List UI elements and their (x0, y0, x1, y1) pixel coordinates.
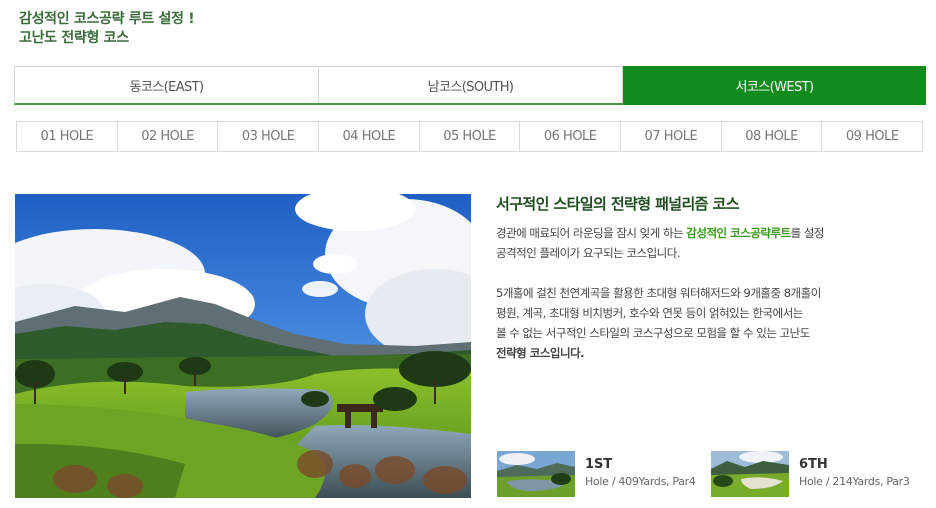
tab-hole-04[interactable]: 04 HOLE (319, 122, 420, 151)
hole-number: 1ST (585, 457, 613, 472)
description-text: 를 설정 (790, 226, 825, 240)
description-highlight: 감성적인 코스공략루트 (686, 226, 791, 240)
description-line: 볼 수 없는 서구적인 스타일의 코스구성으로 모험을 할 수 있는 고난도 (496, 326, 810, 340)
tab-hole-09[interactable]: 09 HOLE (822, 122, 922, 151)
tab-hole-02[interactable]: 02 HOLE (118, 122, 219, 151)
hole-6th-image (711, 451, 789, 497)
hole-thumbnails: 1ST Hole / 409Yards, Par4 6TH Hole / 214… (497, 451, 925, 497)
description-line: 5개홀에 걸친 천연계곡을 활용한 초대형 워터해저드와 9개홀중 8개홀이 (496, 286, 821, 300)
description-title: 서구적인 스타일의 전략형 패널리즘 코스 (496, 195, 739, 213)
tab-west-course[interactable]: 서코스(WEST) (623, 66, 926, 105)
hole-info: Hole / 409Yards, Par4 (585, 475, 696, 488)
hole-1st-image (497, 451, 575, 497)
description-line: 경관에 매료되어 라운딩을 잠시 잊게 하는 감성적인 코스공략루트를 설정 (496, 223, 926, 243)
headline-line-2: 고난도 전략형 코스 (19, 30, 129, 46)
hole-tabs: 01 HOLE 02 HOLE 03 HOLE 04 HOLE 05 HOLE … (16, 121, 923, 152)
course-tabs: 동코스(EAST) 남코스(SOUTH) 서코스(WEST) (14, 66, 926, 105)
tab-hole-08[interactable]: 08 HOLE (722, 122, 823, 151)
course-description: 서구적인 스타일의 전략형 패널리즘 코스 경관에 매료되어 라운딩을 잠시 잊… (496, 193, 926, 363)
tab-hole-05[interactable]: 05 HOLE (420, 122, 521, 151)
hole-1st-text: 1ST Hole / 409Yards, Par4 (585, 456, 696, 491)
tab-south-course[interactable]: 남코스(SOUTH) (319, 67, 623, 103)
hole-thumbnail-6th[interactable]: 6TH Hole / 214Yards, Par3 (711, 451, 925, 497)
hole-6th-text: 6TH Hole / 214Yards, Par3 (799, 456, 910, 491)
description-line: 평원, 계곡, 초대형 비치벙커, 호수와 연못 등이 얽혀있는 한국에서는 (496, 306, 803, 320)
tab-hole-03[interactable]: 03 HOLE (218, 122, 320, 151)
tab-hole-06[interactable]: 06 HOLE (520, 122, 622, 151)
tab-east-course[interactable]: 동코스(EAST) (15, 67, 319, 103)
hole-info: Hole / 214Yards, Par3 (799, 475, 910, 488)
headline-line-1: 감성적인 코스공략 루트 설정 ! (19, 11, 195, 27)
hole-thumbnail-1st[interactable]: 1ST Hole / 409Yards, Par4 (497, 451, 711, 497)
tab-hole-07[interactable]: 07 HOLE (621, 122, 722, 151)
description-line: 공격적인 플레이가 요구되는 코스입니다. (496, 246, 680, 260)
page-headline: 감성적인 코스공략 루트 설정 ! 고난도 전략형 코스 (19, 10, 195, 48)
description-text: 경관에 매료되어 라운딩을 잠시 잊게 하는 (496, 226, 687, 240)
tab-hole-01[interactable]: 01 HOLE (17, 122, 118, 151)
hole-number: 6TH (799, 457, 828, 472)
description-highlight: 전략형 코스입니다. (496, 346, 585, 360)
course-photo (15, 194, 471, 498)
